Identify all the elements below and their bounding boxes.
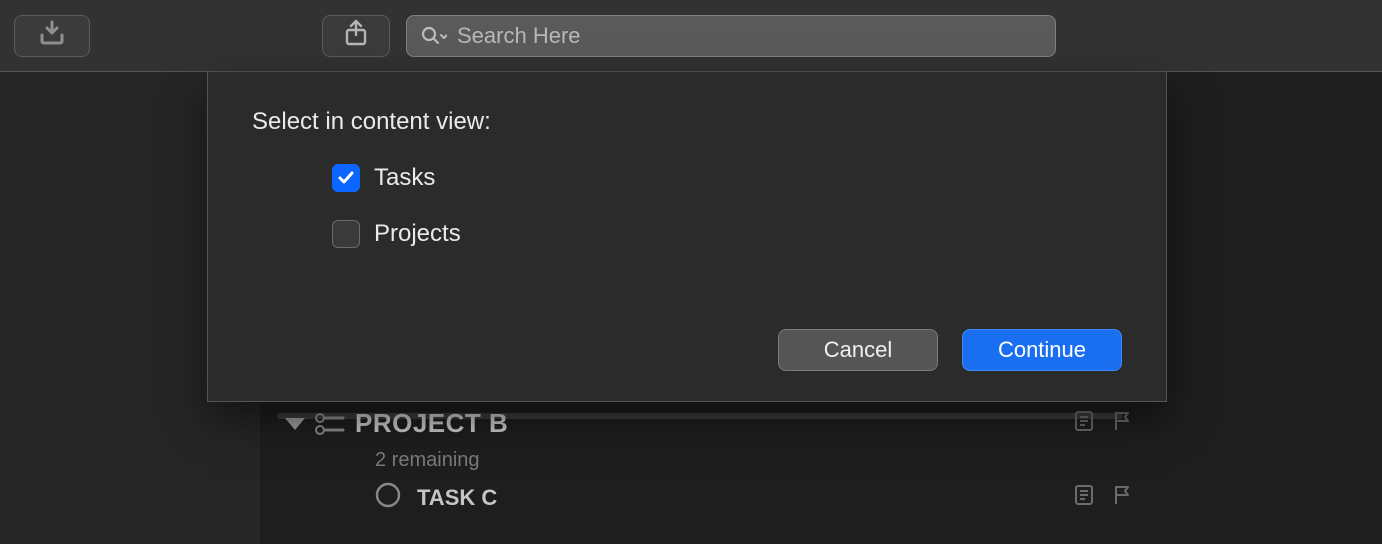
option-projects[interactable]: Projects [332,220,1122,248]
option-label: Projects [374,220,461,248]
select-content-dialog: Select in content view: Tasks Projects C… [207,72,1167,402]
search-input[interactable] [457,23,1041,49]
checkbox-projects[interactable] [332,220,360,248]
download-button[interactable] [14,15,90,57]
flag-icon[interactable] [1112,410,1132,437]
note-icon[interactable] [1074,484,1094,512]
flag-icon[interactable] [1112,484,1132,512]
continue-button[interactable]: Continue [962,329,1122,371]
option-label: Tasks [374,164,435,192]
task-status-circle-icon[interactable] [375,482,401,514]
checkbox-tasks[interactable] [332,164,360,192]
share-button[interactable] [322,15,390,57]
task-title: TASK C [417,485,497,511]
project-list: PROJECT B 2 remaining TASK C [275,402,1152,514]
project-title: PROJECT B [355,408,508,439]
share-icon [344,19,368,52]
project-subtitle: 2 remaining [275,449,1152,472]
cancel-button[interactable]: Cancel [778,329,938,371]
project-header[interactable]: PROJECT B [275,402,1152,445]
task-row[interactable]: TASK C [275,472,1152,514]
project-parallel-icon [315,412,345,436]
toolbar [0,0,1382,72]
search-icon [421,26,447,46]
option-tasks[interactable]: Tasks [332,164,1122,192]
disclosure-triangle-icon[interactable] [285,418,305,430]
download-icon [38,20,66,51]
dialog-title: Select in content view: [252,108,1122,136]
note-icon[interactable] [1074,410,1094,437]
search-field[interactable] [406,15,1056,57]
